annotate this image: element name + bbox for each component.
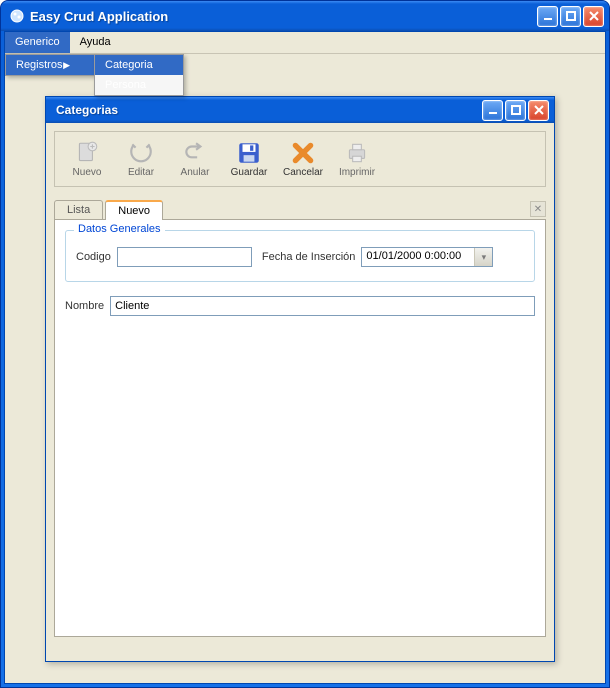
nombre-input[interactable] bbox=[110, 296, 535, 316]
submenu-registros: Categoria Persona bbox=[94, 54, 184, 96]
submenu-categoria[interactable]: Categoria bbox=[95, 55, 183, 75]
submenu-persona[interactable]: Persona bbox=[95, 75, 183, 95]
toolbar-cancelar-label: Cancelar bbox=[283, 167, 323, 178]
child-minimize-button[interactable] bbox=[482, 100, 503, 121]
toolbar-nuevo-label: Nuevo bbox=[73, 167, 102, 178]
codigo-input[interactable] bbox=[117, 247, 252, 267]
fecha-label: Fecha de Inserción bbox=[262, 251, 356, 263]
toolbar-nuevo[interactable]: Nuevo bbox=[63, 140, 111, 178]
toolbar-anular-label: Anular bbox=[181, 167, 210, 178]
app-icon bbox=[9, 8, 25, 24]
main-titlebar[interactable]: Easy Crud Application bbox=[1, 1, 609, 31]
child-close-button[interactable] bbox=[528, 100, 549, 121]
tabpage-nuevo: Datos Generales Codigo Fecha de Inserció… bbox=[54, 219, 546, 637]
child-titlebar[interactable]: Categorias bbox=[46, 97, 554, 123]
chevron-down-icon[interactable]: ▾ bbox=[474, 248, 492, 266]
menu-registros-label: Registros bbox=[16, 59, 62, 71]
submenu-categoria-label: Categoria bbox=[105, 59, 153, 71]
toolbar-editar-label: Editar bbox=[128, 167, 154, 178]
fecha-value: 01/01/2000 0:00:00 bbox=[362, 248, 474, 266]
tab-nuevo[interactable]: Nuevo bbox=[105, 200, 163, 220]
toolbar-guardar[interactable]: Guardar bbox=[225, 140, 273, 178]
menubar: Generico Ayuda Registros ▶ Categoria Per… bbox=[5, 32, 605, 54]
toolbar-imprimir-label: Imprimir bbox=[339, 167, 375, 178]
toolbar-cancelar[interactable]: Cancelar bbox=[279, 140, 327, 178]
fecha-datetimepicker[interactable]: 01/01/2000 0:00:00 ▾ bbox=[361, 247, 493, 267]
minimize-button[interactable] bbox=[537, 6, 558, 27]
menu-generico-dropdown: Registros ▶ Categoria Persona bbox=[5, 54, 95, 76]
toolbar-anular[interactable]: Anular bbox=[171, 140, 219, 178]
edit-icon bbox=[128, 140, 154, 166]
menu-ayuda[interactable]: Ayuda bbox=[70, 32, 121, 53]
main-window-buttons bbox=[537, 6, 604, 27]
menu-registros[interactable]: Registros ▶ Categoria Persona bbox=[6, 55, 94, 75]
nombre-row: Nombre bbox=[65, 296, 535, 316]
child-maximize-button[interactable] bbox=[505, 100, 526, 121]
submenu-persona-label: Persona bbox=[105, 79, 146, 91]
client-area: Generico Ayuda Registros ▶ Categoria Per… bbox=[4, 31, 606, 684]
toolbar-editar[interactable]: Editar bbox=[117, 140, 165, 178]
child-window-buttons bbox=[482, 100, 549, 121]
tabstrip: Lista Nuevo ✕ bbox=[54, 197, 546, 219]
fieldset-datos-generales: Datos Generales Codigo Fecha de Inserció… bbox=[65, 230, 535, 282]
chevron-right-icon: ▶ bbox=[63, 60, 70, 71]
child-title: Categorias bbox=[56, 103, 482, 117]
toolbar-imprimir[interactable]: Imprimir bbox=[333, 140, 381, 178]
fieldset-legend: Datos Generales bbox=[74, 223, 165, 235]
tab-close-button[interactable]: ✕ bbox=[530, 201, 546, 217]
save-icon bbox=[236, 140, 262, 166]
nombre-label: Nombre bbox=[65, 300, 104, 312]
tab-lista[interactable]: Lista bbox=[54, 200, 103, 219]
child-body: Nuevo Editar Anular bbox=[54, 131, 546, 653]
cancel-icon bbox=[290, 140, 316, 166]
print-icon bbox=[344, 140, 370, 166]
codigo-label: Codigo bbox=[76, 251, 111, 263]
toolbar-guardar-label: Guardar bbox=[231, 167, 268, 178]
new-icon bbox=[74, 140, 100, 166]
menu-generico[interactable]: Generico bbox=[5, 32, 70, 53]
toolbar: Nuevo Editar Anular bbox=[54, 131, 546, 187]
app-title: Easy Crud Application bbox=[30, 9, 537, 24]
close-button[interactable] bbox=[583, 6, 604, 27]
child-window-categorias: Categorias Nuevo bbox=[45, 96, 555, 662]
maximize-button[interactable] bbox=[560, 6, 581, 27]
undo-icon bbox=[182, 140, 208, 166]
main-window: Easy Crud Application Generico Ayuda Reg… bbox=[0, 0, 610, 688]
